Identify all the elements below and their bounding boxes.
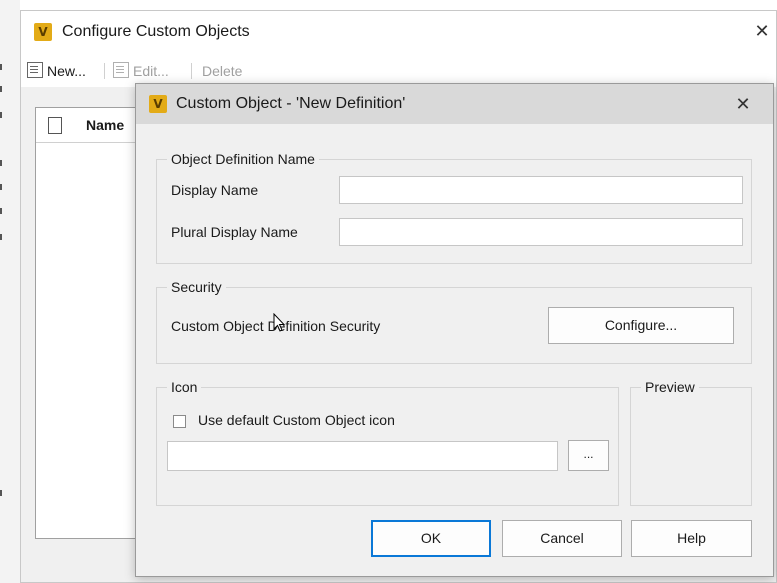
- use-default-icon-label[interactable]: Use default Custom Object icon: [198, 412, 395, 428]
- delete-button[interactable]: Delete: [202, 61, 242, 81]
- plural-display-name-field[interactable]: [339, 218, 743, 246]
- app-icon: V: [149, 95, 167, 113]
- delete-button-label: Delete: [202, 63, 243, 79]
- mouse-cursor-icon: [273, 313, 285, 332]
- display-name-label: Display Name: [171, 182, 259, 198]
- app-icon: V: [34, 23, 52, 41]
- background-window-edge: [0, 0, 20, 583]
- plural-display-name-label: Plural Display Name: [171, 224, 298, 240]
- outer-title-bar: V Configure Custom Objects ✕: [21, 11, 776, 55]
- custom-object-dialog: V Custom Object - 'New Definition' ✕ Obj…: [135, 83, 774, 577]
- icon-legend: Icon: [167, 378, 202, 396]
- preview-group: Preview: [630, 378, 752, 506]
- ok-button[interactable]: OK: [371, 520, 491, 557]
- preview-legend: Preview: [641, 378, 699, 396]
- security-legend: Security: [167, 278, 226, 296]
- edit-button[interactable]: Edit...: [113, 61, 169, 81]
- list-header: Name: [36, 108, 146, 143]
- document-icon: [48, 117, 62, 134]
- edit-document-icon: [113, 62, 129, 78]
- new-button[interactable]: New...: [27, 61, 86, 81]
- dialog-close-icon[interactable]: ✕: [731, 92, 755, 116]
- object-definition-name-group: Object Definition Name Display Name Plur…: [156, 150, 752, 264]
- use-default-icon-checkbox[interactable]: [173, 415, 186, 428]
- new-document-icon: [27, 62, 43, 78]
- column-header-name[interactable]: Name: [86, 117, 124, 133]
- toolbar-divider: [191, 63, 192, 79]
- edit-button-label: Edit...: [133, 63, 169, 79]
- browse-icon-button[interactable]: ...: [568, 440, 609, 471]
- toolbar-divider: [104, 63, 105, 79]
- object-definition-name-legend: Object Definition Name: [167, 150, 319, 168]
- custom-objects-list[interactable]: Name: [35, 107, 147, 539]
- dialog-title-bar: V Custom Object - 'New Definition' ✕: [136, 84, 773, 124]
- help-button[interactable]: Help: [631, 520, 752, 557]
- security-group: Security Custom Object Definition Securi…: [156, 278, 752, 364]
- outer-close-icon[interactable]: ✕: [750, 19, 774, 43]
- dialog-title: Custom Object - 'New Definition': [176, 95, 406, 112]
- icon-path-field[interactable]: [167, 441, 558, 471]
- icon-group: Icon Use default Custom Object icon ...: [156, 378, 619, 506]
- configure-button[interactable]: Configure...: [548, 307, 734, 344]
- display-name-field[interactable]: [339, 176, 743, 204]
- outer-window-title: Configure Custom Objects: [62, 23, 250, 40]
- new-button-label: New...: [47, 63, 86, 79]
- cancel-button[interactable]: Cancel: [502, 520, 622, 557]
